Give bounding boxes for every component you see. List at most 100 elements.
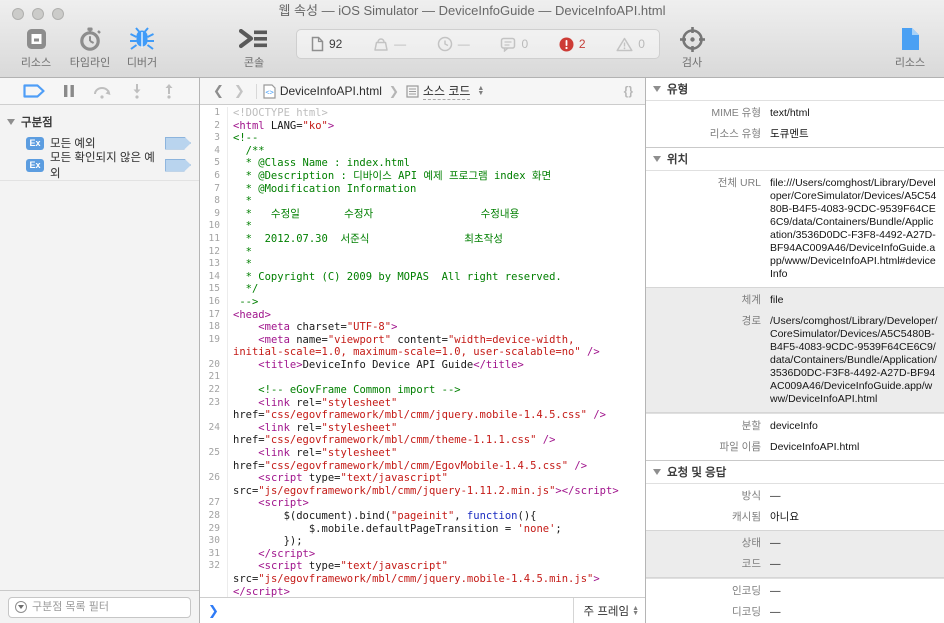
frame-selector[interactable]: 주 프레임 ▲▼ (573, 598, 645, 623)
quick-console-prompt-icon[interactable]: ❯ (208, 603, 219, 619)
code-line[interactable]: 7 * @Modification Information (200, 183, 645, 196)
breakpoints-section-header[interactable]: 구분점 (0, 111, 199, 132)
line-number-gutter[interactable] (200, 573, 228, 586)
code-line[interactable]: </script> (200, 586, 645, 597)
breadcrumb-view-selector[interactable]: 소스 코드 (423, 82, 471, 100)
activity-dashboard[interactable]: 92 — — 0 (296, 29, 660, 59)
code-line[interactable]: initial-scale=1.0, maximum-scale=1.0, us… (200, 346, 645, 359)
code-line[interactable]: 5 * @Class Name : index.html (200, 157, 645, 170)
line-number-gutter[interactable]: 16 (200, 296, 228, 309)
breakpoint-arrow-icon[interactable] (165, 159, 191, 172)
breakpoint-filter-input[interactable] (32, 601, 184, 613)
line-number-gutter[interactable]: 14 (200, 271, 228, 284)
line-number-gutter[interactable]: 17 (200, 309, 228, 322)
breakpoint-arrow-icon[interactable] (165, 137, 191, 150)
breakpoint-filter-field[interactable] (8, 597, 191, 618)
line-number-gutter[interactable] (200, 434, 228, 447)
code-line[interactable]: 23 <link rel="stylesheet" (200, 397, 645, 410)
line-number-gutter[interactable]: 9 (200, 208, 228, 221)
code-line[interactable]: src="js/egovframework/mbl/cmm/jquery.mob… (200, 573, 645, 586)
code-line[interactable]: 13 * (200, 258, 645, 271)
code-line[interactable]: href="css/egovframework/mbl/cmm/jquery.m… (200, 409, 645, 422)
line-number-gutter[interactable]: 29 (200, 523, 228, 536)
line-number-gutter[interactable]: 13 (200, 258, 228, 271)
code-line[interactable]: 3<!-- (200, 132, 645, 145)
line-number-gutter[interactable]: 7 (200, 183, 228, 196)
details-section-header[interactable]: 유형 (646, 78, 944, 100)
resources-panel-button[interactable]: 리소스 (878, 26, 942, 70)
code-line[interactable]: 27 <script> (200, 497, 645, 510)
minimize-window-button[interactable] (32, 8, 44, 20)
code-line[interactable]: 4 /** (200, 145, 645, 158)
console-button[interactable]: 콘솔 (222, 26, 286, 70)
code-view[interactable]: 1<!DOCTYPE html>2<html LANG="ko">3<!--4 … (200, 105, 645, 597)
line-number-gutter[interactable]: 12 (200, 246, 228, 259)
code-line[interactable]: 2<html LANG="ko"> (200, 120, 645, 133)
details-section-header[interactable]: 위치 (646, 148, 944, 170)
zoom-window-button[interactable] (52, 8, 64, 20)
back-button[interactable]: ❮ (208, 83, 229, 99)
line-number-gutter[interactable]: 3 (200, 132, 228, 145)
code-line[interactable]: 8 * (200, 195, 645, 208)
code-line[interactable]: 15 */ (200, 283, 645, 296)
step-out-icon[interactable] (162, 83, 176, 99)
code-line[interactable]: 9 * 수정일 수정자 수정내용 (200, 208, 645, 221)
line-number-gutter[interactable]: 27 (200, 497, 228, 510)
line-number-gutter[interactable]: 20 (200, 359, 228, 372)
line-number-gutter[interactable]: 15 (200, 283, 228, 296)
code-line[interactable]: 1<!DOCTYPE html> (200, 107, 645, 120)
code-line[interactable]: 22 <!-- eGovFrame Common import --> (200, 384, 645, 397)
line-number-gutter[interactable]: 21 (200, 371, 228, 384)
line-number-gutter[interactable] (200, 346, 228, 359)
code-line[interactable]: 31 </script> (200, 548, 645, 561)
breadcrumb-file-name[interactable]: DeviceInfoAPI.html (280, 84, 382, 98)
line-number-gutter[interactable]: 31 (200, 548, 228, 561)
line-number-gutter[interactable]: 4 (200, 145, 228, 158)
line-number-gutter[interactable] (200, 586, 228, 597)
code-line[interactable]: src="js/egovframework/mbl/cmm/jquery-1.1… (200, 485, 645, 498)
code-line[interactable]: 12 * (200, 246, 645, 259)
inspect-button[interactable]: 검사 (660, 26, 724, 70)
breakpoint-all-uncaught-exceptions[interactable]: Ex 모든 확인되지 않은 예외 (0, 154, 199, 176)
step-over-icon[interactable] (93, 84, 111, 99)
code-line[interactable]: 32 <script type="text/javascript" (200, 560, 645, 573)
line-number-gutter[interactable] (200, 460, 228, 473)
line-number-gutter[interactable]: 19 (200, 334, 228, 347)
line-number-gutter[interactable]: 23 (200, 397, 228, 410)
code-line[interactable]: 17<head> (200, 309, 645, 322)
line-number-gutter[interactable]: 8 (200, 195, 228, 208)
code-line[interactable]: 28 $(document).bind("pageinit", function… (200, 510, 645, 523)
breakpoints-toggle-icon[interactable] (23, 84, 45, 98)
code-line[interactable]: 25 <link rel="stylesheet" (200, 447, 645, 460)
line-number-gutter[interactable]: 24 (200, 422, 228, 435)
line-number-gutter[interactable]: 6 (200, 170, 228, 183)
debugger-tab-button[interactable]: 디버거 (110, 26, 174, 70)
code-line[interactable]: 16 --> (200, 296, 645, 309)
line-number-gutter[interactable]: 25 (200, 447, 228, 460)
code-line[interactable]: 30 }); (200, 535, 645, 548)
close-window-button[interactable] (12, 8, 24, 20)
code-line[interactable]: 20 <title>DeviceInfo Device API Guide</t… (200, 359, 645, 372)
line-number-gutter[interactable]: 22 (200, 384, 228, 397)
line-number-gutter[interactable]: 32 (200, 560, 228, 573)
line-number-gutter[interactable]: 2 (200, 120, 228, 133)
line-number-gutter[interactable]: 28 (200, 510, 228, 523)
code-line[interactable]: 29 $.mobile.defaultPageTransition = 'non… (200, 523, 645, 536)
code-line[interactable]: 14 * Copyright (C) 2009 by MOPAS All rig… (200, 271, 645, 284)
line-number-gutter[interactable] (200, 409, 228, 422)
code-line[interactable]: 26 <script type="text/javascript" (200, 472, 645, 485)
code-line[interactable]: 10 * (200, 220, 645, 233)
code-line[interactable]: href="css/egovframework/mbl/cmm/EgovMobi… (200, 460, 645, 473)
line-number-gutter[interactable] (200, 485, 228, 498)
line-number-gutter[interactable]: 26 (200, 472, 228, 485)
code-line[interactable]: href="css/egovframework/mbl/cmm/theme-1.… (200, 434, 645, 447)
details-section-header[interactable]: 요청 및 응답 (646, 461, 944, 483)
forward-button[interactable]: ❯ (229, 83, 250, 99)
code-line[interactable]: 11 * 2012.07.30 서준식 최초작성 (200, 233, 645, 246)
step-into-icon[interactable] (130, 83, 144, 99)
code-line[interactable]: 24 <link rel="stylesheet" (200, 422, 645, 435)
line-number-gutter[interactable]: 11 (200, 233, 228, 246)
line-number-gutter[interactable]: 10 (200, 220, 228, 233)
line-number-gutter[interactable]: 1 (200, 107, 228, 120)
code-line[interactable]: 6 * @Description : 디바이스 API 예제 프로그램 inde… (200, 170, 645, 183)
